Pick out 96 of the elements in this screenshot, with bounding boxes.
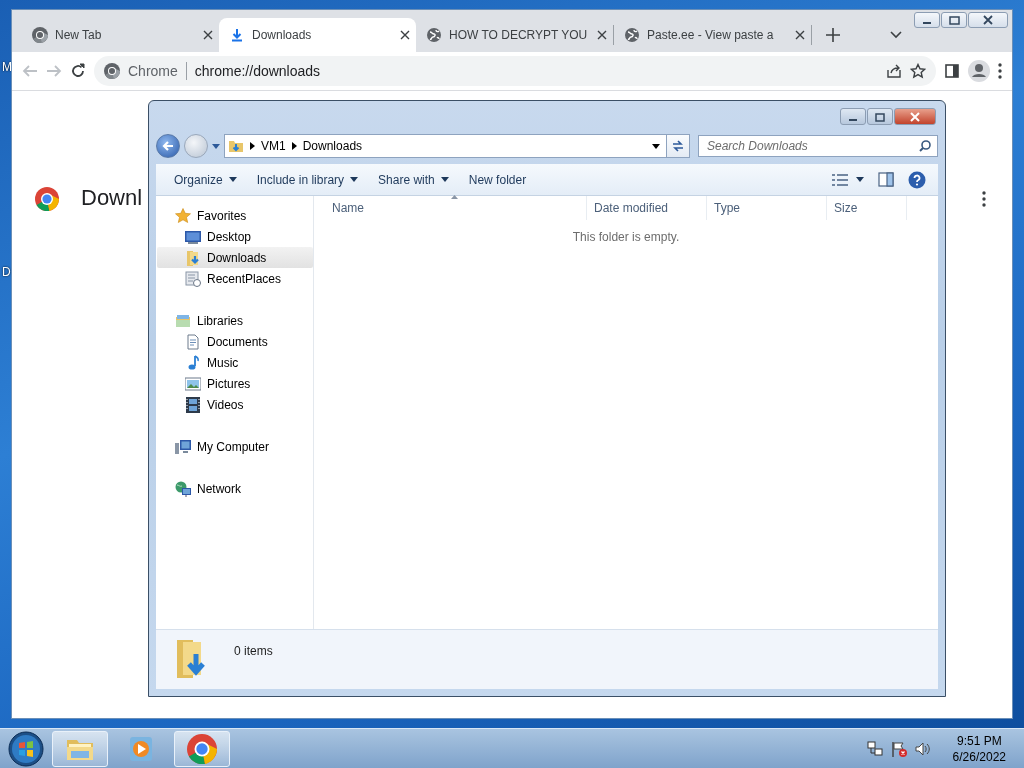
browser-logo-icon — [35, 187, 59, 211]
close-button[interactable] — [894, 108, 936, 125]
browser-logo-icon — [104, 63, 120, 79]
address-bar[interactable]: Chrome chrome://downloads — [94, 56, 936, 86]
reload-icon[interactable] — [70, 63, 86, 79]
globe-icon — [426, 27, 442, 43]
downloads-folder-icon — [185, 249, 201, 266]
column-header[interactable]: Size — [827, 196, 907, 220]
toolbar-button[interactable]: Share with — [368, 168, 459, 191]
site-label: Chrome — [128, 63, 178, 79]
search-icon[interactable] — [919, 140, 931, 152]
empty-folder-message: This folder is empty. — [571, 230, 681, 244]
close-icon[interactable] — [795, 30, 805, 40]
close-icon[interactable] — [597, 30, 607, 40]
breadcrumb-arrow-icon[interactable] — [291, 142, 297, 150]
nav-item[interactable]: Pictures — [157, 373, 313, 394]
browser-tab[interactable]: HOW TO DECRYPT YOU — [416, 18, 613, 52]
flag-icon[interactable] — [890, 740, 907, 757]
help-icon[interactable] — [908, 170, 926, 189]
close-button[interactable] — [968, 12, 1008, 28]
close-icon — [980, 14, 996, 26]
list-view-icon — [832, 173, 848, 186]
recent-places-icon — [185, 270, 201, 287]
star-icon[interactable] — [910, 63, 926, 79]
breadcrumb-item[interactable]: VM1 — [261, 139, 286, 153]
globe-icon — [624, 27, 640, 43]
profile-icon[interactable] — [968, 60, 990, 82]
toolbar-button[interactable]: New folder — [458, 168, 537, 191]
back-button[interactable] — [156, 134, 180, 158]
nav-item[interactable]: Libraries — [157, 310, 313, 331]
folder-icon — [228, 138, 244, 154]
film-icon — [185, 396, 201, 413]
breadcrumb-arrow-icon[interactable] — [250, 142, 255, 150]
column-header[interactable]: Date modified — [587, 196, 707, 220]
side-panel-icon[interactable] — [944, 63, 960, 79]
browser-tab[interactable]: New Tab — [22, 18, 219, 52]
chevron-down-icon[interactable] — [890, 31, 902, 39]
minimize-icon — [923, 22, 931, 24]
monitor-icon — [185, 228, 201, 245]
minimize-button[interactable] — [840, 108, 866, 125]
computer-icon — [175, 438, 191, 455]
toolbar-button[interactable]: Organize — [164, 168, 247, 191]
network-icon — [175, 480, 191, 497]
refresh-button[interactable] — [666, 135, 689, 157]
desktop-icon-label[interactable]: D — [2, 265, 11, 279]
menu-icon[interactable] — [982, 191, 986, 207]
views-button[interactable] — [832, 173, 864, 186]
dropdown-caret-icon — [652, 143, 660, 149]
start-button[interactable] — [8, 730, 44, 767]
nav-item[interactable]: My Computer — [157, 436, 313, 457]
star-icon — [175, 207, 191, 224]
nav-item[interactable]: Network — [157, 478, 313, 499]
nav-item[interactable]: Favorites — [157, 205, 313, 226]
restore-icon — [946, 14, 962, 26]
minimize-button[interactable] — [914, 12, 940, 28]
nav-item[interactable]: Downloads — [157, 247, 313, 268]
minimize-icon — [849, 118, 857, 121]
search-field[interactable]: Search Downloads — [698, 135, 938, 157]
browser-tab[interactable]: Paste.ee - View paste a — [614, 18, 811, 52]
clock-date[interactable]: 6/26/2022 — [952, 748, 1006, 765]
browser-tab[interactable]: Downloads — [219, 18, 416, 52]
toolbar-button[interactable]: Include in library — [246, 168, 369, 191]
refresh-icon — [671, 139, 685, 153]
close-icon[interactable] — [203, 30, 213, 40]
clock-time[interactable]: 9:51 PM — [956, 732, 1002, 749]
page-title: Downl — [81, 185, 143, 211]
url-text: chrome://downloads — [194, 63, 322, 79]
nav-item[interactable]: Desktop — [157, 226, 313, 247]
share-icon[interactable] — [886, 63, 902, 79]
nav-item[interactable]: Documents — [157, 331, 313, 352]
menu-icon[interactable] — [998, 63, 1002, 79]
document-icon — [185, 333, 201, 350]
new-tab-icon[interactable] — [826, 28, 840, 42]
browser-logo-icon — [32, 27, 48, 43]
nav-item[interactable]: Music — [157, 352, 313, 373]
picture-icon — [185, 375, 201, 392]
column-header[interactable]: Type — [707, 196, 827, 220]
item-count: 0 items — [234, 644, 273, 658]
nav-item[interactable]: RecentPlaces — [157, 268, 313, 289]
recent-pages-caret-icon — [212, 143, 220, 149]
caret-icon — [856, 177, 864, 182]
speaker-icon[interactable] — [914, 740, 931, 757]
nav-item[interactable]: Videos — [157, 394, 313, 415]
close-icon[interactable] — [400, 30, 410, 40]
download-icon — [229, 27, 245, 43]
restore-button[interactable] — [867, 108, 893, 125]
restore-button[interactable] — [941, 12, 967, 28]
desktop-icon-label[interactable]: M — [2, 60, 12, 74]
taskbar-button[interactable] — [174, 730, 230, 767]
library-icon — [175, 312, 191, 329]
back-icon — [162, 140, 174, 152]
network-icon[interactable] — [866, 740, 883, 757]
address-field[interactable]: VM1 Downloads — [224, 134, 690, 158]
preview-pane-icon[interactable] — [878, 172, 894, 187]
browser-logo-icon — [187, 733, 217, 764]
breadcrumb-item[interactable]: Downloads — [302, 139, 363, 153]
